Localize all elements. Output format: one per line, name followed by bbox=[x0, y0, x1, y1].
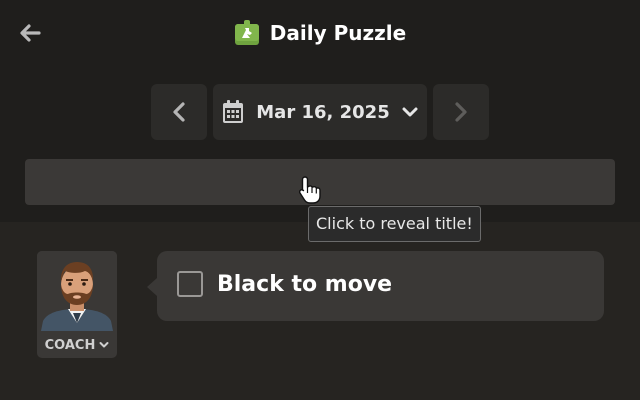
coach-label-row: COACH bbox=[37, 335, 117, 355]
chevron-down-icon bbox=[402, 107, 418, 117]
move-checkbox[interactable] bbox=[177, 271, 203, 297]
coach-message: Black to move bbox=[217, 272, 393, 297]
chevron-right-icon bbox=[455, 102, 467, 122]
next-day-button[interactable] bbox=[433, 84, 489, 140]
date-selector[interactable]: Mar 16, 2025 bbox=[213, 84, 427, 140]
reveal-tooltip: Click to reveal title! bbox=[308, 206, 481, 242]
puzzle-piece-icon bbox=[234, 20, 259, 45]
previous-day-button[interactable] bbox=[151, 84, 207, 140]
header: Daily Puzzle bbox=[0, 14, 640, 52]
date-label: Mar 16, 2025 bbox=[256, 101, 390, 123]
coach-avatar bbox=[37, 251, 117, 331]
chevron-left-icon bbox=[173, 102, 185, 122]
coach-message-bubble: Black to move bbox=[147, 251, 604, 321]
coach-selector[interactable]: COACH bbox=[37, 251, 117, 358]
coach-label: COACH bbox=[44, 337, 96, 353]
chevron-down-icon bbox=[99, 342, 109, 348]
page-title: Daily Puzzle bbox=[269, 21, 407, 45]
hand-pointer-icon bbox=[298, 176, 321, 204]
calendar-icon bbox=[223, 100, 244, 123]
